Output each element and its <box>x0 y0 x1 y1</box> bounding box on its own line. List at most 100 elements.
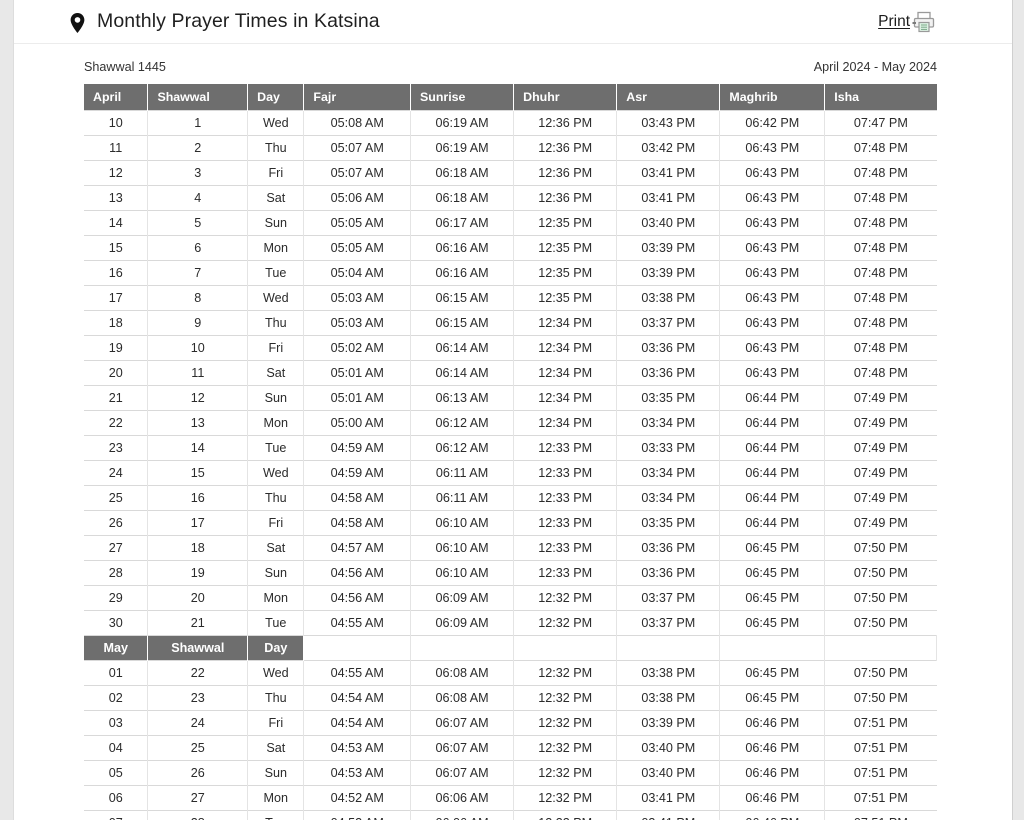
cell-day: Tue <box>247 610 305 636</box>
printer-icon <box>912 11 936 33</box>
cell-maghrib: 06:44 PM <box>719 460 826 486</box>
cell-fajr: 05:07 AM <box>303 135 411 161</box>
cell-day: Fri <box>247 160 305 186</box>
divider-blank-cell <box>719 635 826 661</box>
print-label: Print <box>878 12 910 30</box>
cell-fajr: 04:53 AM <box>303 735 411 761</box>
cell-isha: 07:49 PM <box>824 435 937 461</box>
cell-day: Sat <box>247 535 305 561</box>
column-header-asr: Asr <box>616 84 721 111</box>
cell-maghrib: 06:43 PM <box>719 185 826 211</box>
cell-isha: 07:48 PM <box>824 360 937 386</box>
cell-maghrib: 06:46 PM <box>719 710 826 736</box>
prayer-table-container: April Shawwal Day Fajr Sunrise Dhuhr Asr Maghri… <box>14 84 1012 820</box>
cell-dhuhr: 12:35 PM <box>513 235 618 261</box>
table-row: 01 22 Wed 04:55 AM 06:08 AM 12:32 PM 03:38 PM 0… <box>84 660 937 686</box>
cell-sunrise: 06:10 AM <box>410 560 515 586</box>
cell-april: 26 <box>84 510 149 536</box>
divider-header-may: May <box>84 635 149 661</box>
cell-asr: 03:42 PM <box>616 135 721 161</box>
period-meta-row: Shawwal 1445 April 2024 - May 2024 <box>14 44 1012 84</box>
cell-april: 10 <box>84 110 149 136</box>
cell-shawwal: 10 <box>147 335 249 361</box>
cell-shawwal: 18 <box>147 535 249 561</box>
cell-fajr: 05:03 AM <box>303 310 411 336</box>
table-row: 03 24 Fri 04:54 AM 06:07 AM 12:32 PM 03:39 PM 0… <box>84 710 937 736</box>
cell-dhuhr: 12:34 PM <box>513 335 618 361</box>
cell-dhuhr: 12:33 PM <box>513 460 618 486</box>
cell-isha: 07:47 PM <box>824 110 937 136</box>
cell-sunrise: 06:16 AM <box>410 260 515 286</box>
cell-sunrise: 06:11 AM <box>410 485 515 511</box>
cell-dhuhr: 12:33 PM <box>513 485 618 511</box>
cell-isha: 07:48 PM <box>824 260 937 286</box>
cell-april: 23 <box>84 435 149 461</box>
divider-header-shawwal: Shawwal <box>147 635 249 661</box>
cell-sunrise: 06:17 AM <box>410 210 515 236</box>
cell-shawwal: 17 <box>147 510 249 536</box>
cell-isha: 07:48 PM <box>824 185 937 211</box>
cell-april: 13 <box>84 185 149 211</box>
cell-april: 22 <box>84 410 149 436</box>
cell-day: Thu <box>247 310 305 336</box>
cell-april: 28 <box>84 560 149 586</box>
cell-sunrise: 06:08 AM <box>410 660 515 686</box>
cell-sunrise: 06:07 AM <box>410 735 515 761</box>
cell-isha: 07:51 PM <box>824 785 937 811</box>
cell-fajr: 04:56 AM <box>303 585 411 611</box>
cell-maghrib: 06:44 PM <box>719 435 826 461</box>
cell-isha: 07:49 PM <box>824 510 937 536</box>
cell-april: 17 <box>84 285 149 311</box>
page-content-frame: Monthly Prayer Times in Katsina Print Sh… <box>13 0 1013 820</box>
cell-asr: 03:39 PM <box>616 235 721 261</box>
cell-isha: 07:48 PM <box>824 210 937 236</box>
cell-day: Mon <box>247 235 305 261</box>
divider-blank-cell <box>616 635 721 661</box>
table-row: 06 27 Mon 04:52 AM 06:06 AM 12:32 PM 03:41 PM 0… <box>84 785 937 811</box>
cell-fajr: 04:58 AM <box>303 485 411 511</box>
cell-april: 30 <box>84 610 149 636</box>
cell-day: Fri <box>247 335 305 361</box>
cell-sunrise: 06:08 AM <box>410 685 515 711</box>
cell-day: Fri <box>247 510 305 536</box>
table-row: 14 5 Sun 05:05 AM 06:17 AM 12:35 PM 03:40 PM 06… <box>84 210 937 236</box>
cell-asr: 03:38 PM <box>616 285 721 311</box>
cell-asr: 03:38 PM <box>616 685 721 711</box>
table-row: 0728Tue04:52 AM06:06 AM12:32 PM03:41 PM0… <box>84 810 937 820</box>
cell-fajr: 05:07 AM <box>303 160 411 186</box>
cell-sunrise: 06:19 AM <box>410 135 515 161</box>
cell-shawwal: 12 <box>147 385 249 411</box>
cell-dhuhr: 12:32 PM <box>513 610 618 636</box>
cell-sunrise: 06:16 AM <box>410 235 515 261</box>
column-header-day: Day <box>247 84 305 111</box>
cell-dhuhr: 12:32 PM <box>513 735 618 761</box>
cell-isha: 07:50 PM <box>824 660 937 686</box>
table-row: 19 10 Fri 05:02 AM 06:14 AM 12:34 PM 03:36 PM 0… <box>84 335 937 361</box>
cell-maghrib: 06:43 PM <box>719 160 826 186</box>
cell-fajr: 04:52 AM <box>303 785 411 811</box>
table-row: 16 7 Tue 05:04 AM 06:16 AM 12:35 PM 03:39 PM 06… <box>84 260 937 286</box>
cell-maghrib: 06:44 PM <box>719 485 826 511</box>
cell-maghrib: 06:43 PM <box>719 235 826 261</box>
print-button[interactable]: Print <box>878 11 936 33</box>
cell-dhuhr: 12:32 PM <box>513 585 618 611</box>
column-header-maghrib: Maghrib <box>719 84 826 111</box>
cell-maghrib: 06:44 PM <box>719 385 826 411</box>
cell-maghrib: 06:45 PM <box>719 685 826 711</box>
cell-april: 27 <box>84 535 149 561</box>
cell-shawwal: 4 <box>147 185 249 211</box>
cell-sunrise: 06:19 AM <box>410 110 515 136</box>
cell-maghrib: 06:44 PM <box>719 410 826 436</box>
cell-isha: 07:48 PM <box>824 135 937 161</box>
page-title: Monthly Prayer Times in Katsina <box>97 10 380 32</box>
cell-asr: 03:40 PM <box>616 760 721 786</box>
column-header-sunrise: Sunrise <box>410 84 515 111</box>
column-header-shawwal: Shawwal <box>147 84 249 111</box>
table-row: 24 15 Wed 04:59 AM 06:11 AM 12:33 PM 03:34 PM 0… <box>84 460 937 486</box>
cell-asr: 03:34 PM <box>616 410 721 436</box>
column-header-isha: Isha <box>824 84 937 111</box>
cell-shawwal: 5 <box>147 210 249 236</box>
cell-dhuhr: 12:35 PM <box>513 260 618 286</box>
cell-isha: 07:51 PM <box>824 810 937 820</box>
cell-sunrise: 06:18 AM <box>410 160 515 186</box>
